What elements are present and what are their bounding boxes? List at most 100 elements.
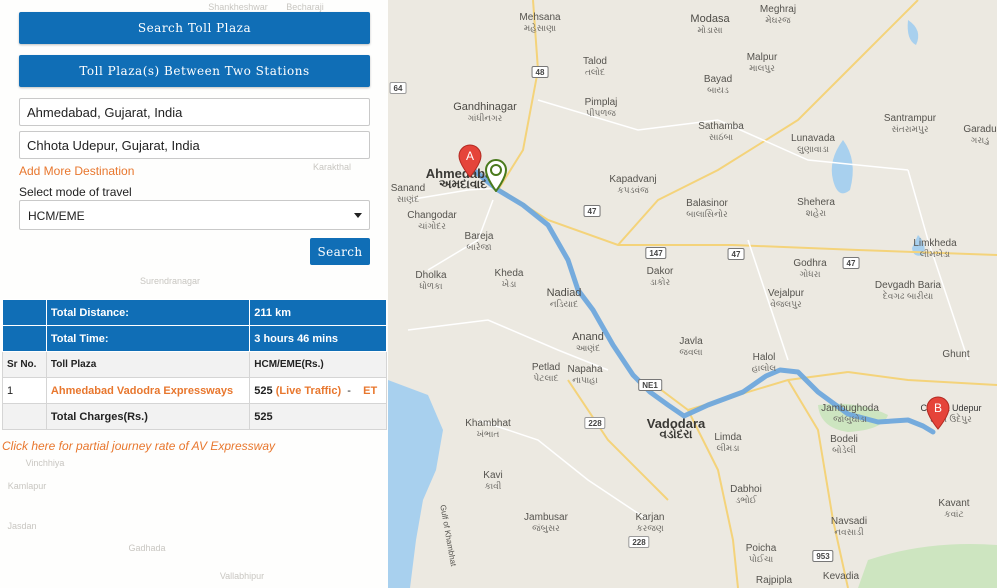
row-plaza-cell: Ahmedabad Vadodra Expressways [45,377,251,404]
map-place-poicha: Poicha પોઈચા [745,543,777,564]
map-place-dakor: Dakor ડાકોર [646,266,674,287]
total-charges-value: 525 [249,403,387,430]
toll-plaza-link[interactable]: Ahmedabad Vadodra Expressways [51,385,233,397]
minor-road [537,99,719,131]
total-distance-value: 211 km [249,299,387,326]
map-place-changodar: Changodar ચાંગોદર [407,210,457,231]
table-row: Total Distance: 211 km [2,299,387,326]
panel-map-label: Vallabhipur [219,571,265,581]
table-header-row: Sr No. Toll Plaza HCM/EME(Rs.) [2,351,387,378]
toll-marker-icon[interactable] [484,158,508,192]
panel-map-label: Shankheshwar [208,2,268,12]
total-time-value: 3 hours 46 mins [249,325,387,352]
map-place-dabhoi: Dabhoi ડભોઈ [730,484,762,505]
highway-road [567,379,669,501]
toll-plaza-between-stations-button[interactable]: Toll Plaza(s) Between Two Stations [19,55,370,87]
map-place-kheda: Kheda ખેડા [494,268,524,289]
highway-shield: 228 [628,536,650,548]
end-marker-label: B [934,401,942,415]
results-table: Total Distance: 211 km Total Time: 3 hou… [2,299,387,430]
travel-mode-label: Select mode of travel [19,185,132,199]
map-place-shehera: Shehera શહેરા [797,197,835,218]
map-place-sathamba: Sathamba સાઠંબા [698,121,744,142]
destination-input[interactable]: Chhota Udepur, Gujarat, India [19,131,370,159]
highway-road [617,0,919,246]
panel-map-label: Surendranagar [139,276,201,286]
travel-mode-select[interactable]: HCM/EME [19,200,370,230]
map-place-balasinor: Balasinor બાલાસિનોર [686,198,728,219]
map-place-kevadia: Kevadia [822,571,860,582]
map-place-modasa: Modasa મોડાસા [690,13,730,36]
highway-shield: 48 [531,66,549,78]
panel-map-label: Karakthal [312,162,352,172]
total-charges-label: Total Charges(Rs.) [45,403,251,430]
search-button[interactable]: Search [310,238,370,265]
map-place-navsadi: Navsadi નવસાડી [830,516,868,537]
travel-mode-value: HCM/EME [28,209,85,223]
map-place-karjan: Karjan કરજણ [635,512,665,533]
panel-map-label: Kamlapur [7,481,47,491]
end-marker-icon[interactable]: B [926,396,950,430]
row-sr: 1 [2,377,47,404]
add-more-destination-link[interactable]: Add More Destination [19,164,134,178]
chevron-down-icon [354,213,362,218]
map-place-nadiad: Nadiad નડિયાદ [546,287,582,310]
table-cell [2,299,47,326]
map-place-garadu: Garadu ગરાડુ [963,124,997,145]
map-place-bareja: Bareja બારેજા [464,231,494,252]
highway-shield: 147 [645,247,667,259]
map-place-limkheda: Limkheda લીમખેડા [913,238,957,259]
search-panel: Shankheshwar Becharaji Karakthal Surendr… [0,0,388,588]
total-time-label: Total Time: [45,325,251,352]
map-place-jambusar: Jambusar જંબુસર [524,512,568,533]
table-total-row: Total Charges(Rs.) 525 [2,403,387,430]
map-place-javla: Javla જવલા [679,336,703,357]
lake-water [907,20,919,45]
map-place-khambhat: Khambhat ખંભાત [465,418,511,439]
map-place-halol: Halol હાલોલ [751,352,777,373]
map-place-dholka: Dholka ધોળકા [415,270,447,291]
highway-shield: NE1 [638,379,662,391]
total-distance-label: Total Distance: [45,299,251,326]
highway-shield: 47 [583,205,601,217]
origin-input[interactable]: Ahmedabad, Gujarat, India [19,98,370,126]
map-place-kavi: Kavi કાવી [483,470,503,491]
column-header-plaza: Toll Plaza [45,351,251,378]
map-place-kavant: Kavant કવાંટ [938,498,970,519]
map-place-rajpipla: Rajpipla [755,575,793,586]
map-place-malpur: Malpur માલપુર [746,52,778,73]
gulf-water [388,380,443,588]
start-marker-icon[interactable]: A [458,144,482,178]
route-map[interactable]: Mehsana મહેસાણા Modasa મોડાસા Meghraj મેઘરજ… [388,0,997,588]
map-place-devgadh-baria: Devgadh Baria દેવગઢ બારીયા [874,280,942,301]
search-toll-plaza-button[interactable]: Search Toll Plaza [19,12,370,44]
highway-shield: 64 [389,82,407,94]
table-cell [2,325,47,352]
map-place-vejalpur: Vejalpur વેજલપુર [767,288,805,309]
minor-road [907,169,969,361]
table-cell [2,403,47,430]
row-rate-cell: 525 (Live Traffic) - ET [249,377,387,404]
highway-shield: 47 [727,248,745,260]
et-link[interactable]: ET [363,385,377,397]
highway-road [847,371,997,386]
map-place-sanand: Sanand સાણંદ [390,183,426,204]
highway-shield: 953 [812,550,834,562]
map-place-meghraj: Meghraj મેઘરજ [759,4,797,25]
table-row: Total Time: 3 hours 46 mins [2,325,387,352]
map-place-napaha: Napaha નાપાહા [567,364,603,385]
map-place-lunavada: Lunavada લુણાવાડા [791,133,835,154]
map-place-jambughoda: Jambughoda જાંબુઘોડા [821,403,879,424]
map-place-bodeli: Bodeli બોડેલી [830,434,858,455]
start-marker-label: A [466,149,474,163]
partial-journey-link[interactable]: Click here for partial journey rate of A… [2,439,275,453]
map-place-petlad: Petlad પેટલાદ [531,362,561,383]
table-row: 1 Ahmedabad Vadodra Expressways 525 (Liv… [2,377,387,404]
map-place-godhra: Godhra ગોધરા [793,258,827,279]
map-place-vadodara: Vadodara વડોદરા [646,416,706,441]
map-place-bayad: Bayad બાયડ [703,74,733,95]
live-traffic-link[interactable]: (Live Traffic) [276,385,341,397]
panel-map-label: Vinchhiya [25,458,65,468]
column-header-sr: Sr No. [2,351,47,378]
column-header-rate: HCM/EME(Rs.) [249,351,387,378]
